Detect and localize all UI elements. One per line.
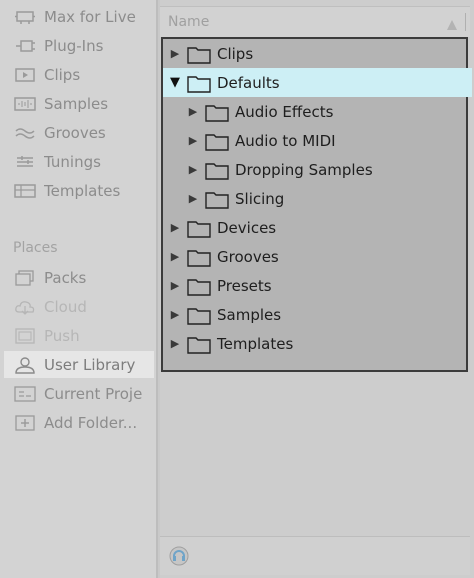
sidebar-item-cloud[interactable]: Cloud xyxy=(8,293,154,320)
max-for-live-icon xyxy=(14,7,38,27)
sidebar-item-label: User Library xyxy=(44,355,136,374)
sidebar-item-label: Grooves xyxy=(44,123,106,142)
tree-row-audio-to-midi[interactable]: ▶ Audio to MIDI xyxy=(163,126,474,155)
add-folder-icon xyxy=(14,413,38,433)
expand-arrow-icon[interactable]: ▶ xyxy=(169,47,181,60)
sidebar-item-packs[interactable]: Packs xyxy=(8,264,154,291)
sidebar-item-label: Packs xyxy=(44,268,87,287)
folder-icon xyxy=(205,189,229,209)
collapse-arrow-icon[interactable]: ▼ xyxy=(169,75,181,90)
sidebar-item-current-project[interactable]: Current Proje xyxy=(8,380,154,407)
plugin-icon xyxy=(14,36,38,56)
sidebar-item-clips[interactable]: Clips xyxy=(8,61,154,88)
sidebar-item-plug-ins[interactable]: Plug-Ins xyxy=(8,32,154,59)
packs-icon xyxy=(14,268,38,288)
sidebar-item-label: Templates xyxy=(44,181,121,200)
tree-row-templates[interactable]: ▶ Templates xyxy=(163,329,472,358)
folder-icon xyxy=(205,131,229,151)
sidebar-item-tunings[interactable]: Tunings xyxy=(8,148,154,175)
bottom-bar xyxy=(160,536,470,575)
expand-arrow-icon[interactable]: ▶ xyxy=(187,105,199,118)
tree-row-defaults[interactable]: ▼ Defaults xyxy=(163,68,472,97)
folder-icon xyxy=(187,334,211,354)
expand-arrow-icon[interactable]: ▶ xyxy=(187,163,199,176)
expand-arrow-icon[interactable]: ▶ xyxy=(187,192,199,205)
expand-arrow-icon[interactable]: ▶ xyxy=(187,134,199,147)
folder-icon xyxy=(205,160,229,180)
browser-sidebar: Max for Live Plug-Ins Clips Samples Groo… xyxy=(0,0,158,578)
sort-ascending-icon[interactable] xyxy=(446,16,458,35)
column-header-label: Name xyxy=(168,14,210,30)
sidebar-item-label: Add Folder... xyxy=(44,413,138,432)
tree-row-label: Samples xyxy=(217,305,282,324)
sidebar-item-label: Samples xyxy=(44,94,109,113)
tree-row-label: Audio Effects xyxy=(235,102,334,121)
tree-row-grooves[interactable]: ▶ Grooves xyxy=(163,242,472,271)
push-icon xyxy=(14,326,38,346)
tree-row-audio-effects[interactable]: ▶ Audio Effects xyxy=(163,97,474,126)
folder-icon xyxy=(187,276,211,296)
sidebar-item-label: Clips xyxy=(44,65,81,84)
expand-arrow-icon[interactable]: ▶ xyxy=(169,308,181,321)
sidebar-item-max-for-live[interactable]: Max for Live xyxy=(8,3,154,30)
tree-row-clips[interactable]: ▶ Clips xyxy=(163,39,472,68)
tree-row-label: Defaults xyxy=(217,73,280,92)
tree-row-devices[interactable]: ▶ Devices xyxy=(163,213,472,242)
clip-icon xyxy=(14,65,38,85)
groove-icon xyxy=(14,123,38,143)
template-icon xyxy=(14,181,38,201)
hot-swap-icon[interactable] xyxy=(168,545,190,571)
tree-row-label: Audio to MIDI xyxy=(235,131,336,150)
folder-icon xyxy=(187,247,211,267)
expand-arrow-icon[interactable]: ▶ xyxy=(169,250,181,263)
sidebar-item-label: Cloud xyxy=(44,297,87,316)
folder-tree-popup: ▶ Clips ▼ Defaults ▶ Audio Effects ▶ Aud… xyxy=(161,37,472,372)
tree-row-label: Slicing xyxy=(235,189,285,208)
cloud-icon xyxy=(14,297,38,317)
tree-row-presets[interactable]: ▶ Presets xyxy=(163,271,472,300)
sidebar-item-label: Tunings xyxy=(44,152,101,171)
expand-arrow-icon[interactable]: ▶ xyxy=(169,221,181,234)
tree-row-label: Devices xyxy=(217,218,277,237)
sidebar-item-label: Current Proje xyxy=(44,384,143,403)
tree-row-dropping-samples[interactable]: ▶ Dropping Samples xyxy=(163,155,474,184)
expand-arrow-icon[interactable]: ▶ xyxy=(169,279,181,292)
tree-row-samples[interactable]: ▶ Samples xyxy=(163,300,472,329)
name-column-header[interactable]: Name xyxy=(160,6,470,37)
expand-arrow-icon[interactable]: ▶ xyxy=(169,337,181,350)
folder-icon xyxy=(187,305,211,325)
user-icon xyxy=(14,355,38,375)
column-divider xyxy=(465,13,466,31)
folder-icon xyxy=(187,44,211,64)
tree-row-slicing[interactable]: ▶ Slicing xyxy=(163,184,474,213)
tree-row-label: Templates xyxy=(217,334,294,353)
sidebar-item-grooves[interactable]: Grooves xyxy=(8,119,154,146)
sidebar-item-push[interactable]: Push xyxy=(8,322,154,349)
folder-icon xyxy=(205,102,229,122)
sidebar-item-label: Push xyxy=(44,326,80,345)
places-heading: Places xyxy=(13,240,58,256)
folder-icon xyxy=(187,73,211,93)
tuning-icon xyxy=(14,152,38,172)
tree-row-label: Clips xyxy=(217,44,254,63)
tree-row-label: Dropping Samples xyxy=(235,160,373,179)
current-project-icon xyxy=(14,384,38,404)
waveform-icon xyxy=(14,94,38,114)
sidebar-item-label: Max for Live xyxy=(44,7,136,26)
tree-row-label: Grooves xyxy=(217,247,279,266)
sidebar-item-label: Plug-Ins xyxy=(44,36,104,55)
sidebar-item-user-library[interactable]: User Library xyxy=(4,351,154,378)
sidebar-item-samples[interactable]: Samples xyxy=(8,90,154,117)
sidebar-item-templates[interactable]: Templates xyxy=(8,177,154,204)
folder-icon xyxy=(187,218,211,238)
tree-row-label: Presets xyxy=(217,276,272,295)
sidebar-item-add-folder[interactable]: Add Folder... xyxy=(8,409,154,436)
